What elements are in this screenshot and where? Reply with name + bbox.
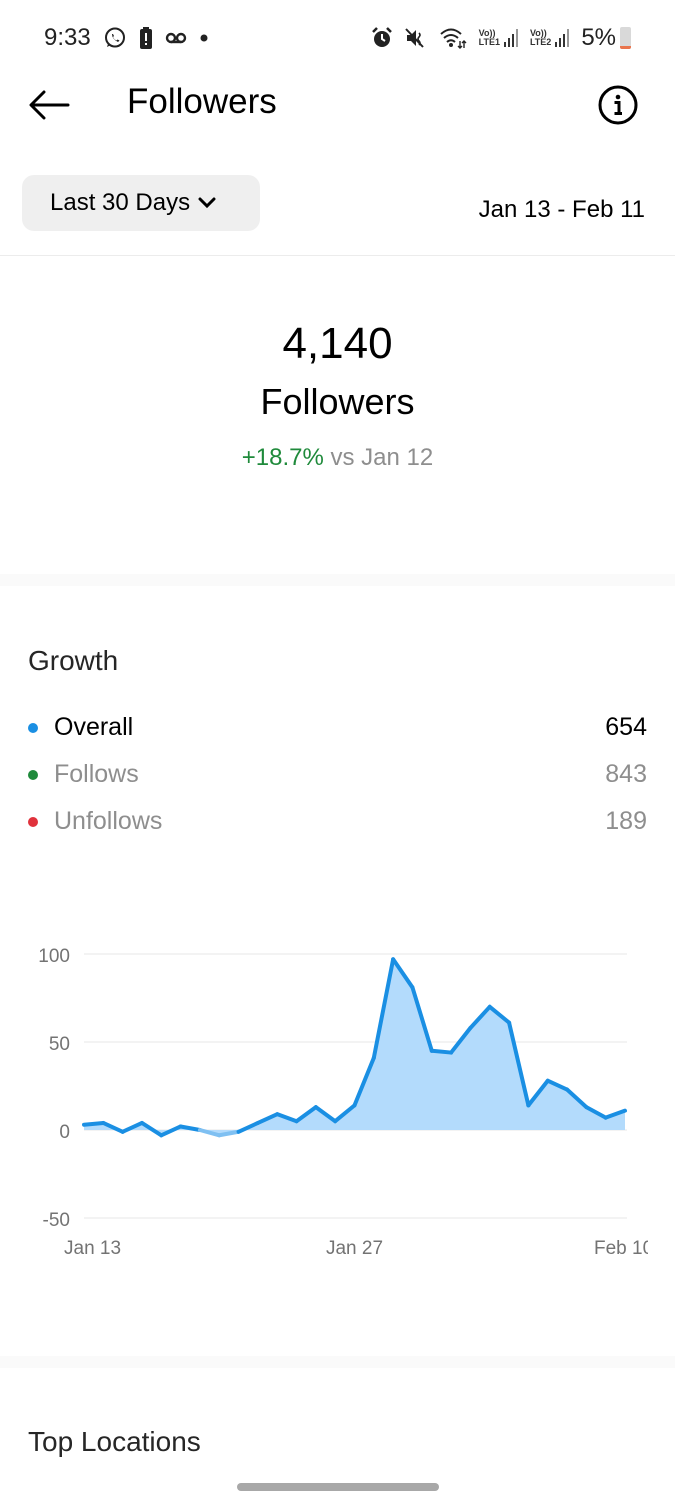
legend-item-follows[interactable]: Follows 843 [28,751,647,798]
alarm-icon [371,27,393,49]
legend-label: Follows [54,760,139,788]
status-left: 9:33 [44,24,209,52]
home-indicator[interactable] [237,1483,439,1491]
legend-dot-overall [28,722,38,733]
lte1-signal-icon: Vo)) LTE1 [479,29,518,47]
lte2-label-bottom: LTE2 [529,37,552,47]
whatsapp-icon [103,26,127,50]
followers-label: Followers [260,381,415,422]
y-tick-label: 100 [38,946,70,967]
date-range-dropdown-label: Last 30 Days [50,189,191,216]
x-tick-label: Jan 13 [64,1238,121,1259]
change-comparison: vs Jan 12 [330,444,434,471]
legend-label: Unfollows [54,807,163,835]
status-time: 9:33 [44,24,91,51]
divider [0,255,675,256]
dot-icon [199,33,209,43]
legend-item-unfollows[interactable]: Unfollows 189 [28,798,647,845]
area-fill [84,959,625,1136]
back-button[interactable] [28,84,70,126]
legend-item-overall[interactable]: Overall 654 [28,704,647,751]
info-button[interactable] [597,84,639,126]
line-segment [429,1048,454,1055]
x-tick-label: Jan 27 [326,1238,383,1259]
battery-percent: 5% [581,24,616,51]
date-range-dropdown[interactable]: Last 30 Days [22,175,260,231]
status-right: Vo)) LTE1 Vo)) LTE2 5% [371,24,631,52]
status-bar: 9:33 Vo)) LTE1 Vo)) LTE2 5% [0,0,675,76]
followers-change: +18.7% vs Jan 12 [0,444,675,472]
growth-legend: Overall 654 Follows 843 Unfollows 189 [28,704,647,845]
mute-icon [404,27,427,49]
legend-label: Overall [54,713,134,741]
top-locations-title: Top Locations [28,1426,201,1457]
legend-value: 843 [605,760,647,788]
y-tick-label: 50 [49,1034,70,1055]
y-tick-label: -50 [43,1210,70,1231]
section-divider [0,574,675,586]
line-segment [82,1120,106,1127]
battery-alert-icon [139,27,153,49]
section-divider [0,1356,675,1368]
legend-dot-follows [28,769,38,780]
legend-value: 654 [605,713,647,741]
app-header: Followers [0,70,675,140]
followers-summary: 4,140 Followers +18.7% vs Jan 12 [0,318,675,472]
battery-icon [620,27,631,49]
y-tick-label: 0 [59,1122,70,1143]
edge-mask [648,1230,675,1270]
legend-dot-unfollows [28,816,38,827]
lte1-label-bottom: LTE1 [478,37,500,47]
info-icon [598,85,638,125]
page-title: Followers [127,82,277,121]
chevron-down-icon [198,197,216,209]
lte2-signal-icon: Vo)) LTE2 [529,29,570,47]
wifi-icon [439,27,467,49]
legend-value: 189 [605,807,647,835]
x-tick-label: Feb 10 [594,1238,653,1259]
change-percent: +18.7% [241,444,324,471]
date-range-text: Jan 13 - Feb 11 [478,196,645,223]
growth-title: Growth [28,645,119,676]
followers-count: 4,140 [282,319,393,368]
voicemail-icon [165,32,187,44]
arrow-left-icon [29,90,70,120]
growth-chart[interactable]: 100 50 0 -50 Jan 13 Jan 27 Feb 10 [0,930,675,1270]
